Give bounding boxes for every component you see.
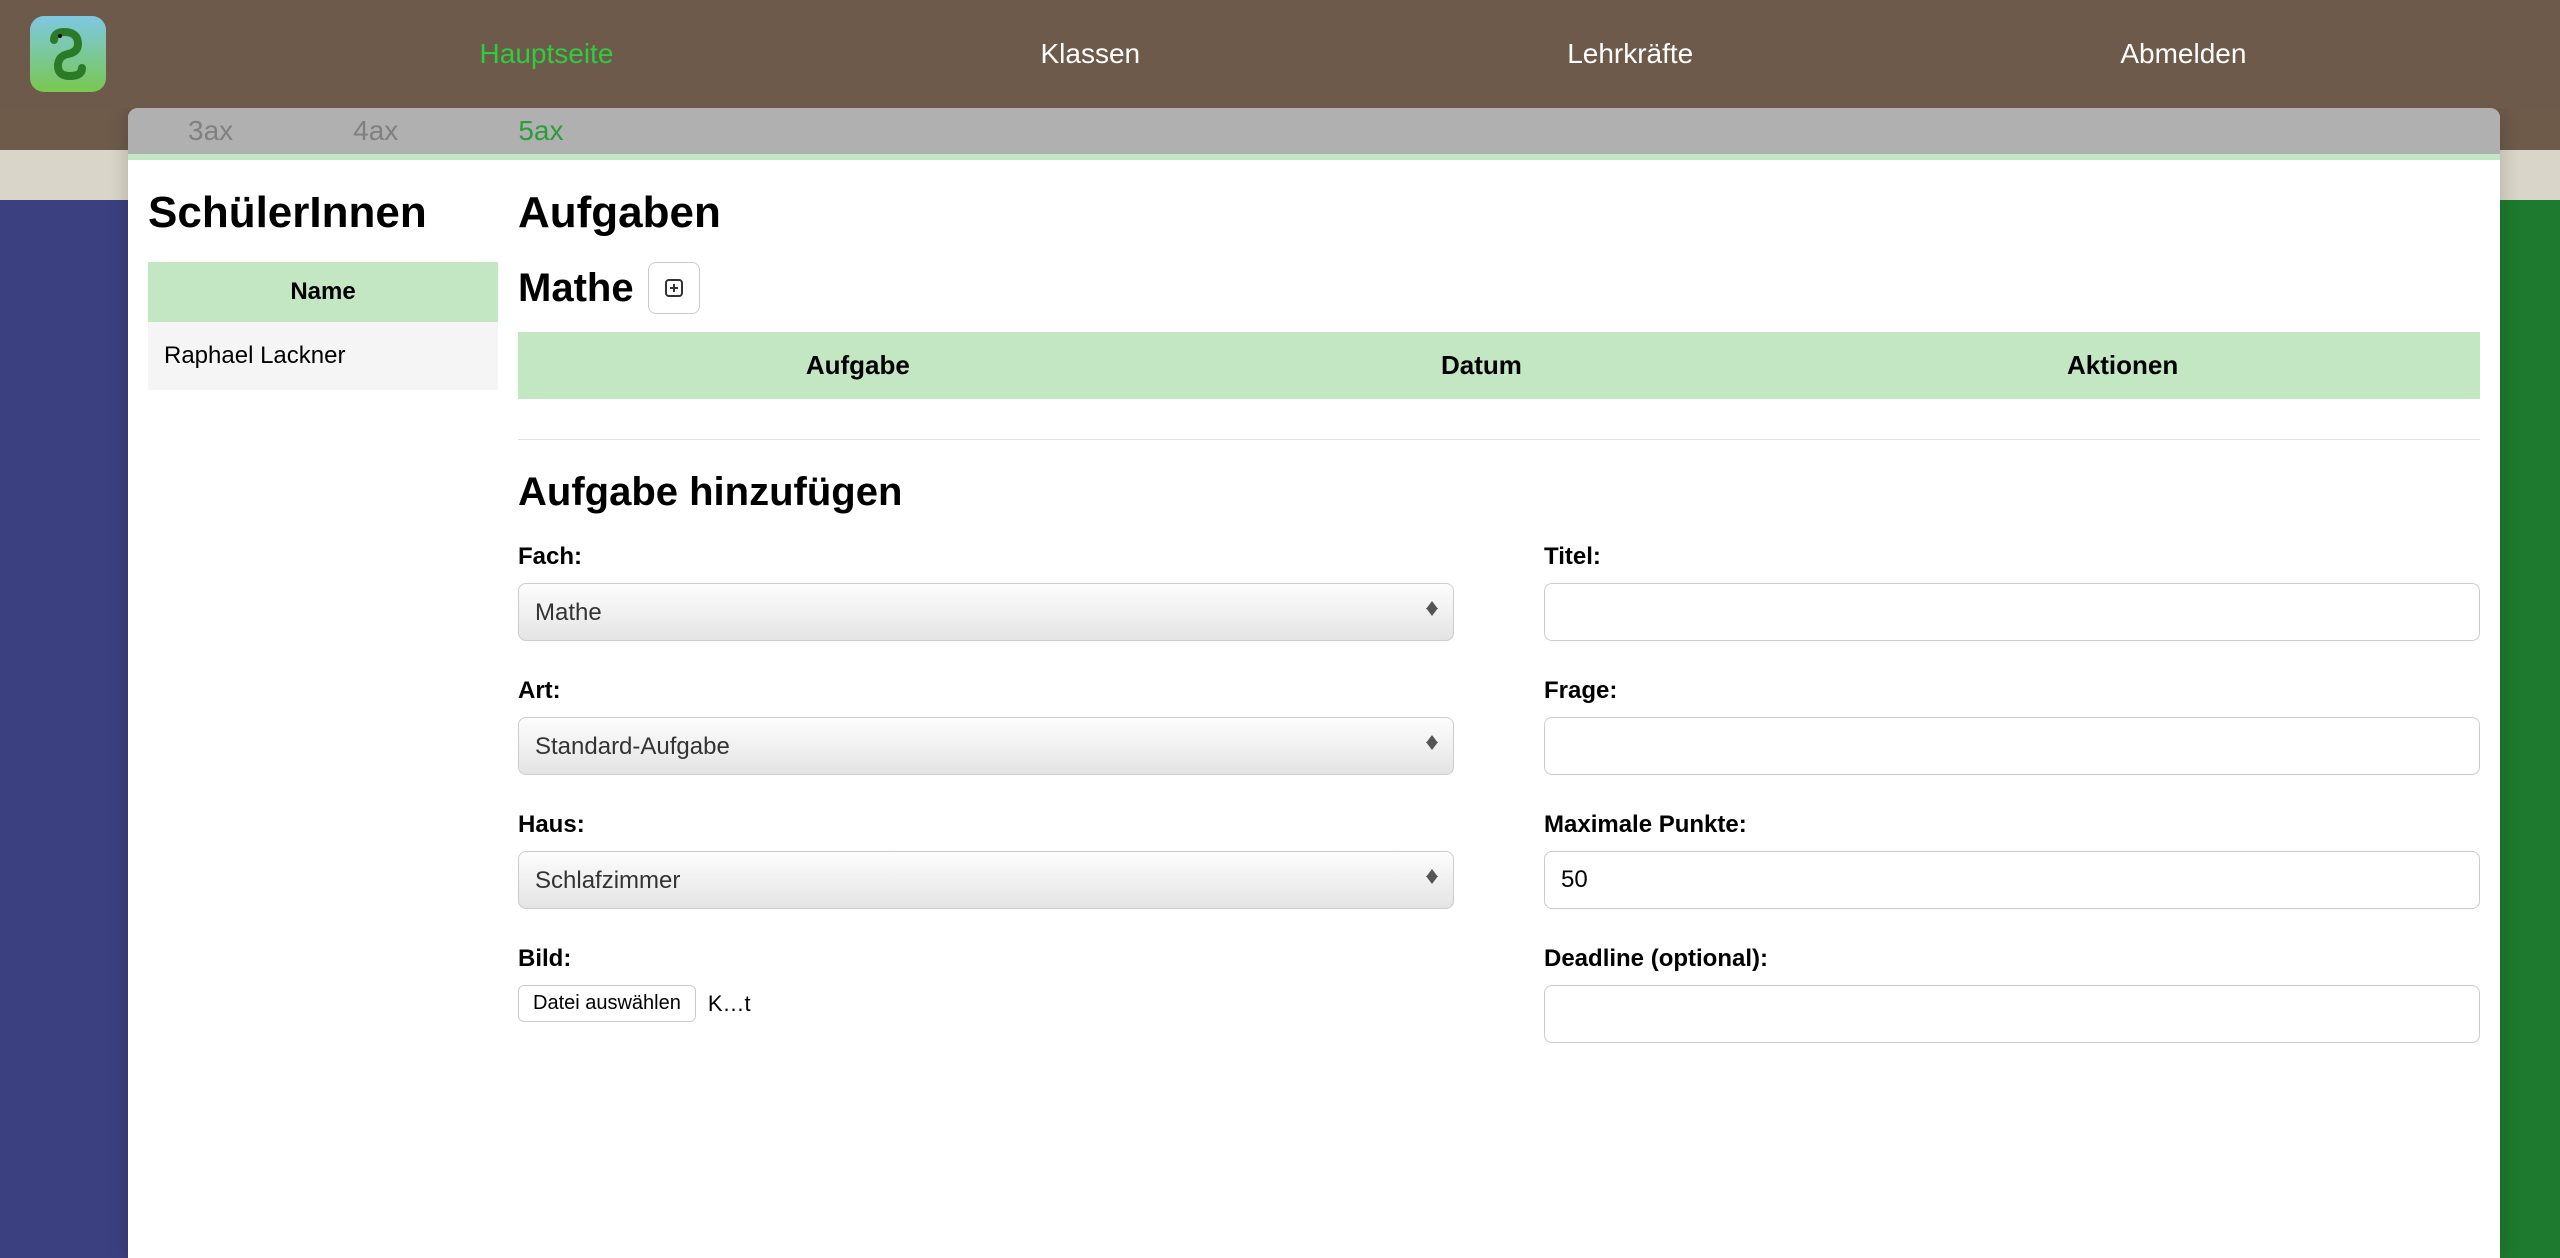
background-book-left	[0, 150, 130, 1258]
students-title: SchülerInnen	[148, 188, 498, 238]
nav-link-abmelden[interactable]: Abmelden	[2120, 38, 2246, 70]
tab-3ax[interactable]: 3ax	[128, 115, 293, 147]
form-group-fach: Fach: Mathe	[518, 543, 1454, 641]
students-header-name: Name	[148, 262, 498, 322]
plus-square-icon	[664, 278, 684, 298]
select-fach[interactable]: Mathe	[518, 583, 1454, 641]
nav-items: Hauptseite Klassen Lehrkräfte Abmelden	[106, 38, 2560, 70]
tasks-column: Aufgaben Mathe Aufgabe Datum	[518, 188, 2480, 1043]
snake-logo-icon	[40, 26, 96, 82]
input-frage[interactable]	[1544, 717, 2480, 775]
subject-row: Mathe	[518, 262, 2480, 314]
label-fach: Fach:	[518, 543, 1454, 571]
tasks-col-aktionen: Aktionen	[1765, 332, 2480, 399]
label-titel: Titel:	[1544, 543, 2480, 571]
nav-link-lehrkraefte[interactable]: Lehrkräfte	[1567, 38, 1693, 70]
nav-link-klassen[interactable]: Klassen	[1040, 38, 1140, 70]
select-haus[interactable]: Schlafzimmer	[518, 851, 1454, 909]
file-choose-button[interactable]: Datei auswählen	[518, 985, 696, 1022]
add-task-form: Fach: Mathe Titel: Art:	[518, 543, 2480, 1043]
label-art: Art:	[518, 677, 1454, 705]
top-navigation: Hauptseite Klassen Lehrkräfte Abmelden	[0, 0, 2560, 108]
form-group-frage: Frage:	[1544, 677, 2480, 775]
add-task-button[interactable]	[648, 262, 700, 314]
form-group-titel: Titel:	[1544, 543, 2480, 641]
tasks-title: Aufgaben	[518, 188, 2480, 238]
label-maxpunkte: Maximale Punkte:	[1544, 811, 2480, 839]
tasks-col-datum: Datum	[1198, 332, 1766, 399]
tab-4ax[interactable]: 4ax	[293, 115, 458, 147]
app-logo[interactable]	[30, 16, 106, 92]
students-column: SchülerInnen Name Raphael Lackner	[148, 188, 498, 1043]
subject-name: Mathe	[518, 266, 634, 311]
input-maxpunkte[interactable]	[1544, 851, 2480, 909]
add-task-form-title: Aufgabe hinzufügen	[518, 470, 2480, 515]
tasks-table: Aufgabe Datum Aktionen	[518, 332, 2480, 399]
form-group-art: Art: Standard-Aufgabe	[518, 677, 1454, 775]
file-name-display: K…t	[708, 991, 751, 1017]
label-haus: Haus:	[518, 811, 1454, 839]
form-group-maxpunkte: Maximale Punkte:	[1544, 811, 2480, 909]
divider	[518, 439, 2480, 440]
class-tabbar: 3ax 4ax 5ax	[128, 108, 2500, 160]
input-titel[interactable]	[1544, 583, 2480, 641]
tasks-col-aufgabe: Aufgabe	[518, 332, 1198, 399]
input-deadline[interactable]	[1544, 985, 2480, 1043]
content-area: SchülerInnen Name Raphael Lackner Aufgab…	[128, 160, 2500, 1071]
nav-link-hauptseite[interactable]: Hauptseite	[480, 38, 614, 70]
main-panel: 3ax 4ax 5ax SchülerInnen Name Raphael La…	[128, 108, 2500, 1258]
select-art[interactable]: Standard-Aufgabe	[518, 717, 1454, 775]
form-group-bild: Bild: Datei auswählen K…t	[518, 945, 1454, 1043]
tab-5ax[interactable]: 5ax	[458, 115, 623, 147]
form-group-deadline: Deadline (optional):	[1544, 945, 2480, 1043]
label-bild: Bild:	[518, 945, 1454, 973]
students-table: Name Raphael Lackner	[148, 262, 498, 390]
label-deadline: Deadline (optional):	[1544, 945, 2480, 973]
label-frage: Frage:	[1544, 677, 2480, 705]
form-group-haus: Haus: Schlafzimmer	[518, 811, 1454, 909]
student-row[interactable]: Raphael Lackner	[148, 322, 498, 390]
student-name: Raphael Lackner	[148, 322, 498, 390]
